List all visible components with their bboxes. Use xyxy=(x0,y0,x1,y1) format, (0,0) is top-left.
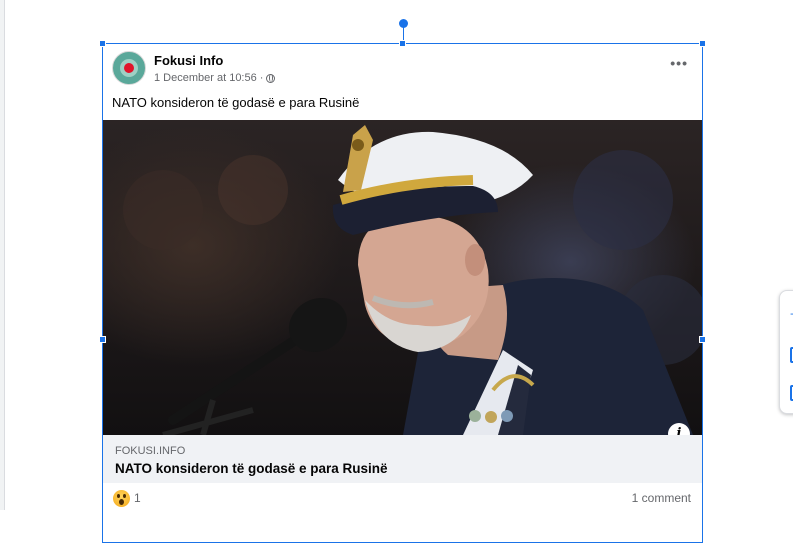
post-footer: 1 1 comment xyxy=(103,485,702,510)
post-header: Fokusi Info 1 December at 10:56 · ••• xyxy=(103,44,702,96)
post-timestamp[interactable]: 1 December at 10:56 xyxy=(154,72,257,84)
post-photo[interactable] xyxy=(103,120,702,435)
resize-handle-top-left[interactable] xyxy=(99,40,106,47)
wow-reaction-icon[interactable] xyxy=(113,490,130,507)
resize-handle-top[interactable] xyxy=(399,40,406,47)
side-action-panel: + xyxy=(779,290,793,414)
resize-handle-top-right[interactable] xyxy=(699,40,706,47)
more-options-icon[interactable]: ••• xyxy=(670,56,688,70)
resize-handle-right[interactable] xyxy=(699,336,706,343)
link-title[interactable]: NATO konsideron të godasë e para Rusinë xyxy=(115,461,388,476)
avatar-logo-dot xyxy=(124,63,134,73)
document-margin xyxy=(0,0,5,510)
page-name-link[interactable]: Fokusi Info xyxy=(154,53,223,68)
comment-count[interactable]: 1 comment xyxy=(632,491,691,505)
resize-handle-left[interactable] xyxy=(99,336,106,343)
admiral-portrait-illustration xyxy=(123,125,702,435)
meta-separator: · xyxy=(259,72,264,84)
link-domain: FOKUSI.INFO xyxy=(115,445,186,457)
page-avatar[interactable] xyxy=(112,51,146,85)
reaction-count[interactable]: 1 xyxy=(134,491,141,505)
globe-icon xyxy=(266,73,276,83)
wow-eye-left xyxy=(117,494,120,498)
link-preview[interactable]: FOKUSI.INFO NATO konsideron të godasë e … xyxy=(103,435,702,483)
post-meta: 1 December at 10:56 · xyxy=(154,72,276,84)
wow-eye-right xyxy=(123,494,126,498)
rotation-handle[interactable] xyxy=(399,19,408,28)
post-text: NATO konsideron të godasë e para Rusinë xyxy=(112,95,360,110)
wow-mouth xyxy=(119,499,124,505)
facebook-post-embed[interactable]: Fokusi Info 1 December at 10:56 · ••• NA… xyxy=(103,44,702,510)
